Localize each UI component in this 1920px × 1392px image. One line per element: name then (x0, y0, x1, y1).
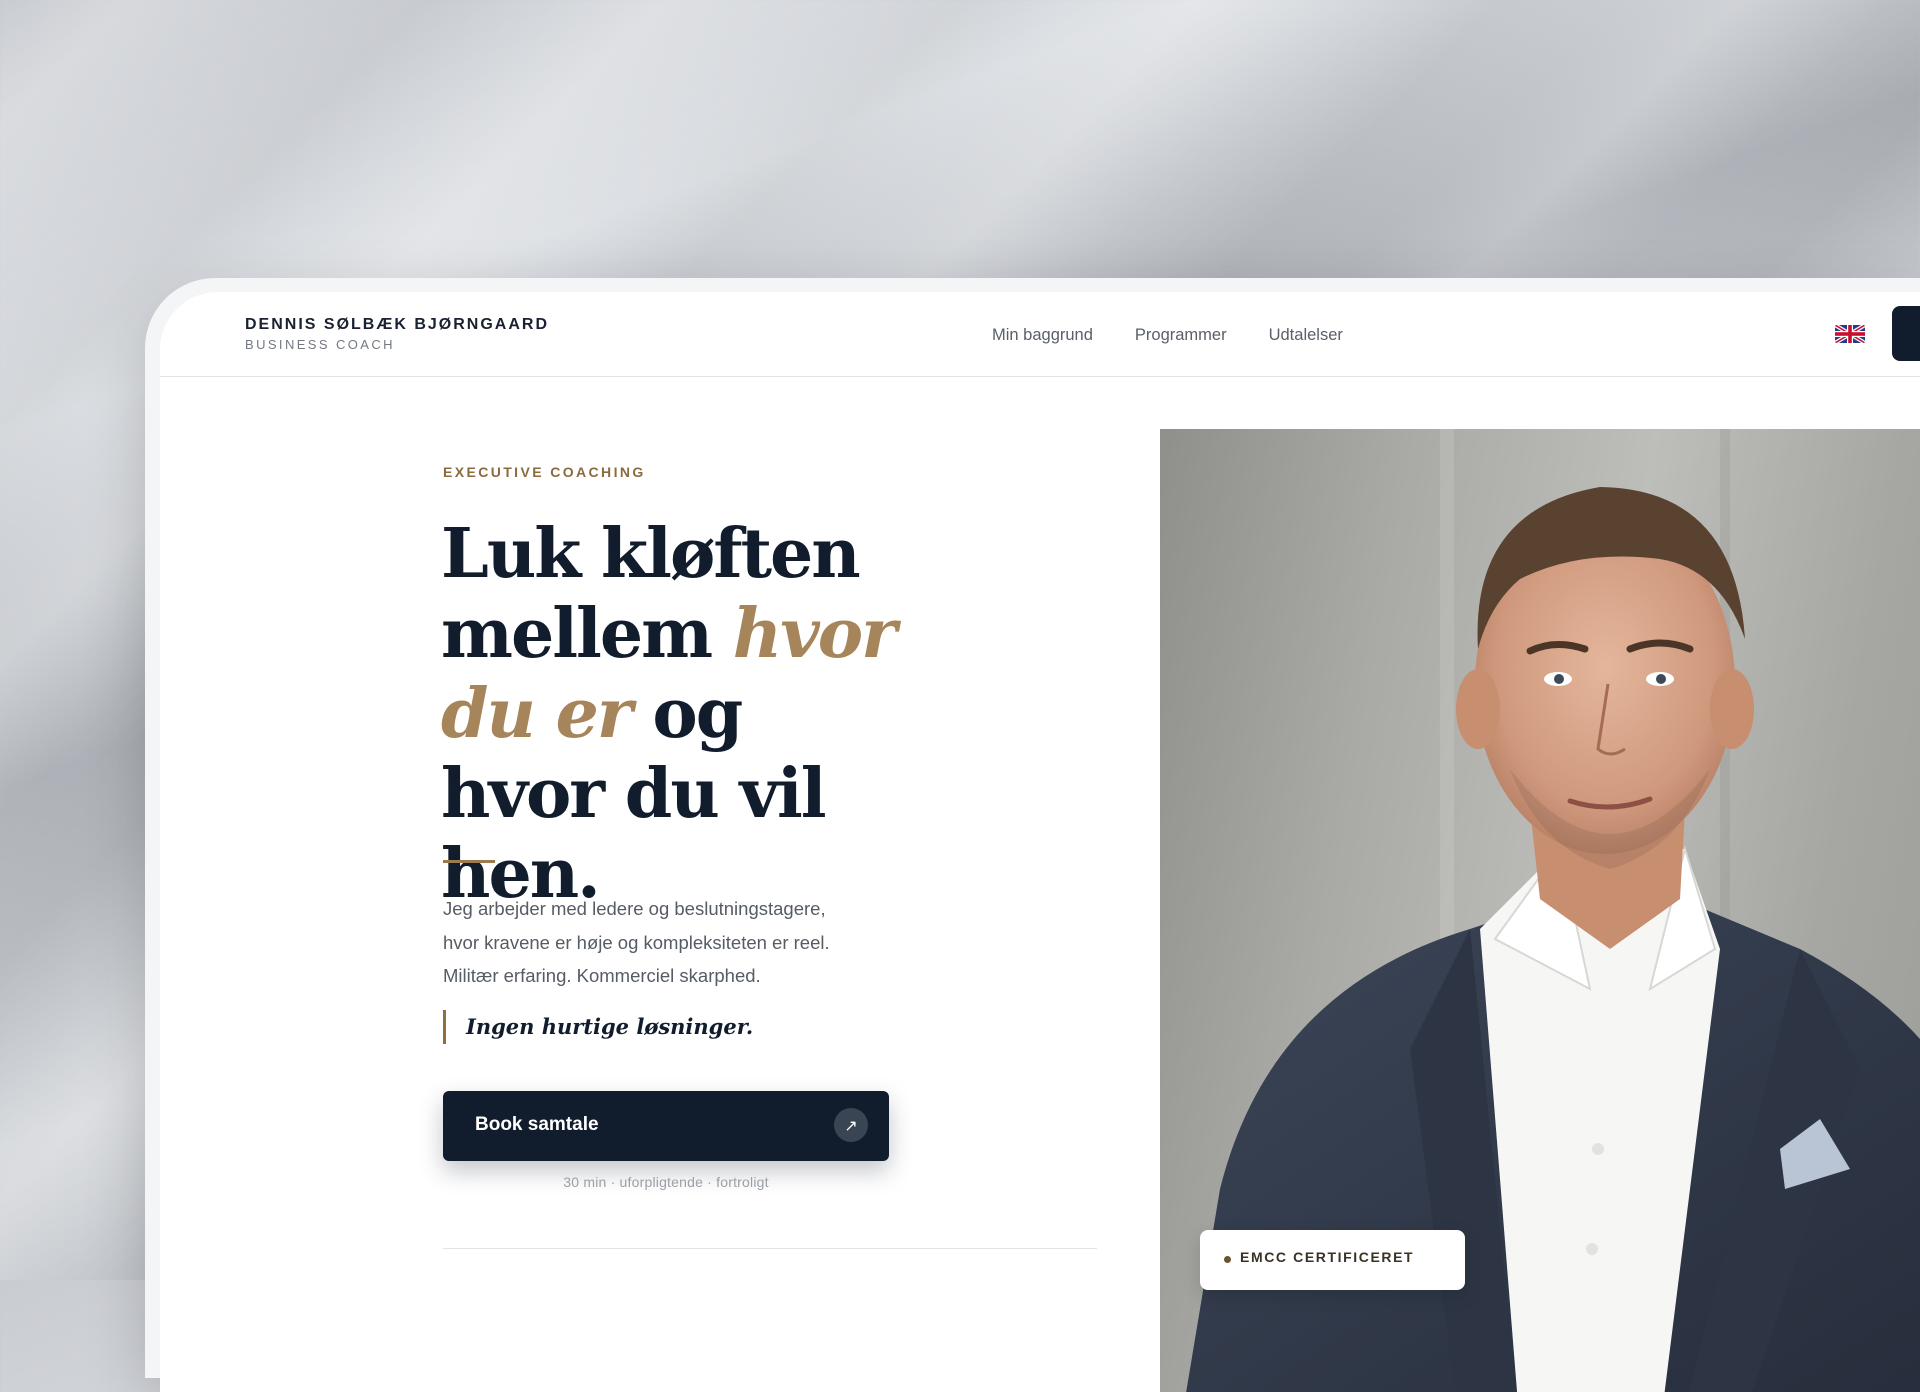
brand-role: BUSINESS COACH (245, 337, 395, 352)
hero-eyebrow: EXECUTIVE COACHING (443, 464, 646, 480)
lede-line: hvor kravene er høje og kompleksiteten e… (443, 931, 830, 953)
badge-dot-icon (1224, 1256, 1231, 1263)
headline-line-2-pre: mellem (441, 594, 733, 674)
lede-line: Jeg arbejder med ledere og beslutningsta… (443, 898, 826, 919)
section-divider (443, 1248, 1097, 1249)
site-header: DENNIS SØLBÆK BJØRNGAARD BUSINESS COACH … (160, 292, 1920, 377)
hero-lede: Jeg arbejder med ledere og beslutningsta… (443, 892, 963, 993)
brand-name: DENNIS SØLBÆK BJØRNGAARD (245, 316, 550, 333)
cta-note: 30 min · uforpligtende · fortroligt (563, 1174, 769, 1190)
hero-quote: Ingen hurtige løsninger. (443, 1010, 753, 1044)
arrow-up-right-icon: ↗ (834, 1108, 868, 1142)
brand[interactable]: DENNIS SØLBÆK BJØRNGAARD BUSINESS COACH (245, 316, 549, 352)
nav-link-programmer[interactable]: Programmer (1135, 326, 1227, 345)
header-cta-button[interactable] (1892, 306, 1920, 361)
nav-link-udtalelser[interactable]: Udtalelser (1269, 326, 1343, 345)
nav-link-min-baggrund[interactable]: Min baggrund (992, 326, 1093, 345)
accent-rule (443, 860, 495, 863)
certification-badge: EMCC CERTIFICERET (1200, 1230, 1465, 1290)
hero-headline: Luk kløften mellem hvor du er og hvor du… (441, 514, 1001, 914)
headline-line-4: hvor du vil hen. (441, 754, 827, 914)
lede-line: Militær erfaring. Kommerciel skarphed. (443, 965, 761, 986)
headline-accent-1: hvor (732, 594, 897, 674)
headline-accent-2: du er (441, 674, 633, 754)
main-nav: Min baggrund Programmer Udtalelser (992, 326, 1343, 345)
headline-line-3-post: og (630, 674, 743, 754)
book-call-button[interactable]: Book samtale ↗ (443, 1091, 889, 1161)
badge-label: EMCC CERTIFICERET (1240, 1249, 1415, 1265)
uk-flag-icon[interactable] (1835, 325, 1865, 343)
browser-screen: DENNIS SØLBÆK BJØRNGAARD BUSINESS COACH … (160, 292, 1920, 1392)
headline-line-1: Luk kløften (441, 514, 861, 594)
book-call-label: Book samtale (475, 1114, 599, 1135)
